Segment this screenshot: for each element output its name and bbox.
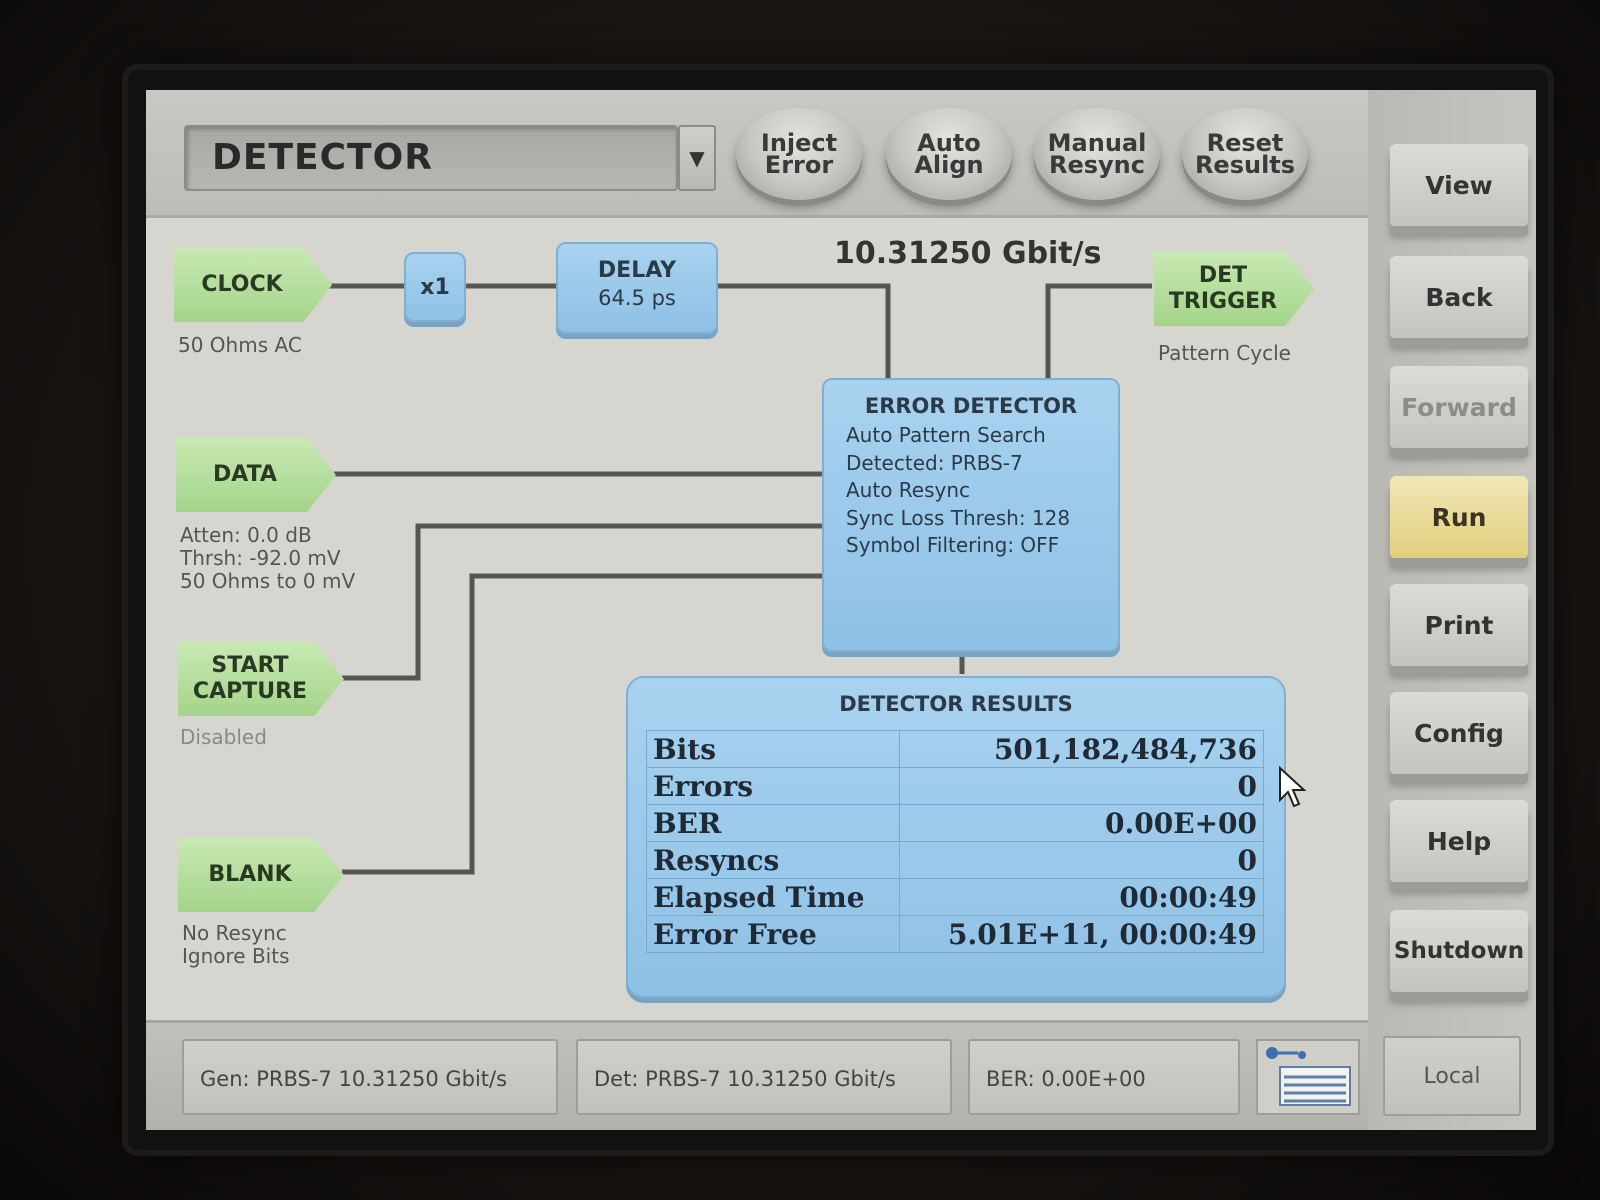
error-detector-box[interactable]: ERROR DETECTOR Auto Pattern Search Detec… xyxy=(822,378,1120,652)
row-value: 0 xyxy=(899,841,1264,879)
table-row: Resyncs 0 xyxy=(645,841,1264,879)
row-label: Resyncs xyxy=(645,841,901,879)
row-label: BER xyxy=(645,804,901,842)
local-status[interactable]: Local xyxy=(1383,1036,1521,1116)
row-value: 501,182,484,736 xyxy=(899,730,1264,768)
multiplier-box[interactable]: x1 xyxy=(404,252,466,322)
row-label: Elapsed Time xyxy=(645,878,901,916)
view-button[interactable]: View xyxy=(1390,144,1528,226)
config-button[interactable]: Config xyxy=(1390,692,1528,774)
table-row: Error Free 5.01E+11, 00:00:49 xyxy=(645,915,1264,953)
table-row: BER 0.00E+00 xyxy=(645,804,1264,842)
right-button-panel: View Back Forward Run Print Config Help … xyxy=(1368,90,1536,1130)
delay-label: DELAY xyxy=(597,258,677,283)
detector-results-panel: DETECTOR RESULTS Bits 501,182,484,736 Err… xyxy=(626,676,1286,998)
det-trigger-node[interactable]: DET TRIGGER xyxy=(1154,252,1314,326)
det-trigger-info: Pattern Cycle xyxy=(1158,341,1291,365)
row-label: Bits xyxy=(645,730,901,768)
clock-node[interactable]: CLOCK xyxy=(174,248,332,322)
row-value: 00:00:49 xyxy=(899,878,1264,916)
table-row: Bits 501,182,484,736 xyxy=(645,730,1264,768)
shutdown-button[interactable]: Shutdown xyxy=(1390,910,1528,992)
data-node[interactable]: DATA xyxy=(176,438,336,512)
forward-button[interactable]: Forward xyxy=(1390,366,1528,448)
detector-status: Det: PRBS-7 10.31250 Gbit/s xyxy=(576,1039,952,1115)
network-icon[interactable] xyxy=(1256,1039,1360,1115)
instrument-screen: DETECTOR ▼ Inject Error Auto Align Manua… xyxy=(146,90,1536,1130)
table-row: Errors 0 xyxy=(645,767,1264,805)
table-row: Elapsed Time 00:00:49 xyxy=(645,878,1264,916)
row-value: 0 xyxy=(899,767,1264,805)
generator-status: Gen: PRBS-7 10.31250 Gbit/s xyxy=(182,1039,558,1115)
error-detector-title: ERROR DETECTOR xyxy=(864,394,1078,418)
start-capture-info: Disabled xyxy=(180,725,267,749)
run-button[interactable]: Run xyxy=(1390,476,1528,558)
status-bar: Gen: PRBS-7 10.31250 Gbit/s Det: PRBS-7 … xyxy=(146,1020,1368,1130)
error-detector-settings: Auto Pattern Search Detected: PRBS-7 Aut… xyxy=(846,423,1071,557)
help-button[interactable]: Help xyxy=(1390,800,1528,882)
ber-status: BER: 0.00E+00 xyxy=(968,1039,1240,1115)
row-value: 5.01E+11, 00:00:49 xyxy=(899,915,1264,953)
row-label: Error Free xyxy=(645,915,901,953)
print-button[interactable]: Print xyxy=(1390,584,1528,666)
cursor-icon xyxy=(1279,766,1307,808)
data-info: Atten: 0.0 dB Thrsh: -92.0 mV 50 Ohms to… xyxy=(180,523,356,593)
row-value: 0.00E+00 xyxy=(899,804,1264,842)
back-button[interactable]: Back xyxy=(1390,256,1528,338)
results-table: Bits 501,182,484,736 Errors 0 BER 0.00E+00 … xyxy=(645,730,1264,953)
clock-info: 50 Ohms AC xyxy=(178,333,302,357)
start-capture-node[interactable]: START CAPTURE xyxy=(178,642,344,716)
detector-results-title: DETECTOR RESULTS xyxy=(839,692,1073,716)
delay-box[interactable]: DELAY 64.5 ps xyxy=(556,242,718,334)
row-label: Errors xyxy=(645,767,901,805)
delay-value: 64.5 ps xyxy=(598,286,676,310)
blank-info: No Resync Ignore Bits xyxy=(182,921,290,968)
data-rate-label: 10.31250 Gbit/s xyxy=(834,236,1102,271)
blank-node[interactable]: BLANK xyxy=(178,838,344,912)
